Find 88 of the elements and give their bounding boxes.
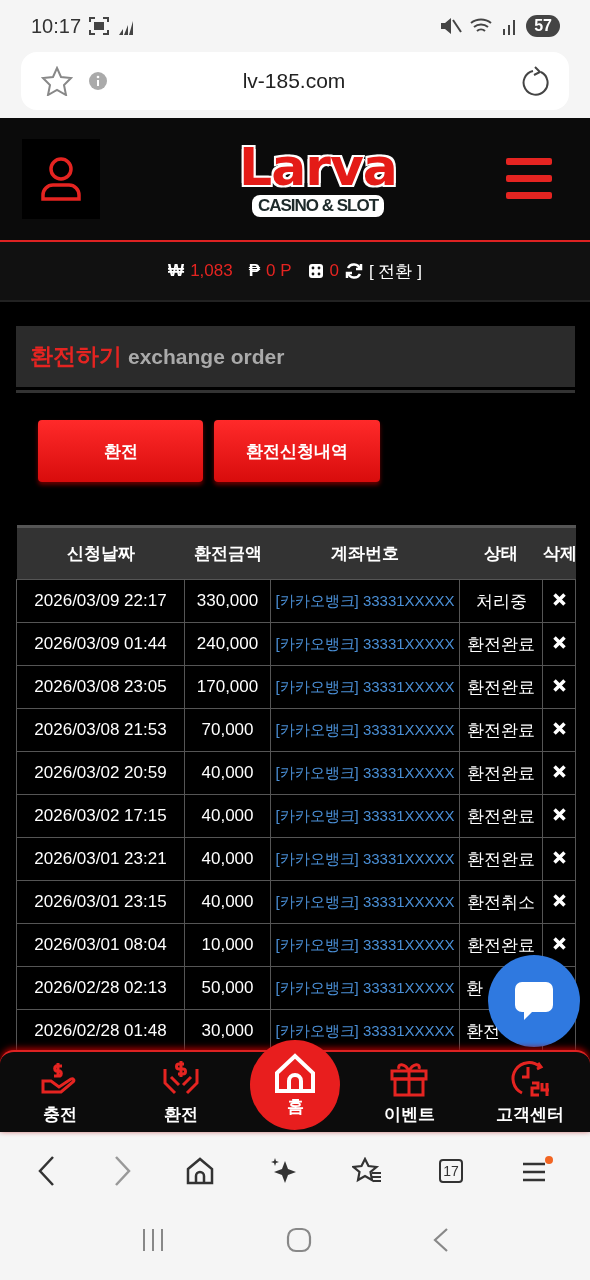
account-cell: [카카오뱅크] 33331XXXXX (270, 837, 460, 881)
table-cell: 330,000 (184, 579, 271, 623)
account-cell: [카카오뱅크] 33331XXXXX (270, 794, 460, 838)
table-cell: 70,000 (184, 708, 271, 752)
delete-icon[interactable] (552, 808, 566, 821)
table-cell: 2026/03/01 08:04 (16, 923, 185, 967)
table-cell: 170,000 (184, 665, 271, 709)
table-cell: 2026/03/09 22:17 (16, 579, 185, 623)
convert-link[interactable]: [ 전환 ] (369, 259, 422, 283)
table-cell: 240,000 (184, 622, 271, 666)
nav-item[interactable]: 이벤트 (349, 1052, 470, 1132)
address-bar[interactable]: lv-185.com (21, 52, 569, 110)
table-cell: 처리중 (459, 579, 543, 623)
table-cell: 40,000 (184, 837, 271, 881)
clock: 10:17 (31, 14, 82, 38)
table-cell: 2026/03/01 23:21 (16, 837, 185, 881)
table-cell: 50,000 (184, 966, 271, 1010)
table-cell: 2026/02/28 02:13 (16, 966, 185, 1010)
delete-icon[interactable] (552, 593, 566, 606)
table-cell: 환전완료 (459, 794, 543, 838)
table-cell: 환전완료 (459, 665, 543, 709)
table-cell: 환전완료 (459, 751, 543, 795)
account-cell: [카카오뱅크] 33331XXXXX (270, 751, 460, 795)
logo[interactable]: Larva CASINO & SLOT (209, 141, 397, 217)
column-header: 환전금액 (184, 526, 271, 580)
money-amount: 1,083 (190, 261, 233, 281)
mute-icon (440, 17, 463, 35)
account-cell: [카카오뱅크] 33331XXXXX (270, 880, 460, 924)
history-button[interactable]: 환전신청내역 (214, 420, 380, 482)
account-cell: [카카오뱅크] 33331XXXXX (270, 923, 460, 967)
delete-icon[interactable] (552, 851, 566, 864)
table-cell: 40,000 (184, 751, 271, 795)
delete-icon[interactable] (552, 937, 566, 950)
exchange-button[interactable]: 환전 (38, 420, 203, 482)
point-amount: 0 P (266, 261, 292, 281)
clock-24-icon (509, 1059, 550, 1097)
delete-icon[interactable] (552, 722, 566, 735)
battery-indicator: 57 (526, 15, 560, 37)
dice-icon (307, 263, 324, 279)
table-cell: 10,000 (184, 923, 271, 967)
home-button[interactable]: 홈 (250, 1040, 340, 1130)
star-icon[interactable] (41, 66, 73, 96)
chat-icon (512, 979, 556, 1023)
reload-icon[interactable] (521, 66, 549, 96)
delete-icon[interactable] (552, 894, 566, 907)
table-cell: 40,000 (184, 794, 271, 838)
nav-item[interactable]: 고객센터 (469, 1052, 590, 1132)
account-cell: [카카오뱅크] 33331XXXXX (270, 966, 460, 1010)
table-cell: 환전완료 (459, 837, 543, 881)
table-cell: 2026/03/02 20:59 (16, 751, 185, 795)
user-icon (40, 156, 82, 202)
point-symbol: ₱ (248, 261, 260, 281)
account-cell: [카카오뱅크] 33331XXXXX (270, 665, 460, 709)
account-cell: [카카오뱅크] 33331XXXXX (270, 579, 460, 623)
home-icon (273, 1052, 317, 1093)
page-subtitle: exchange order (128, 344, 285, 369)
delete-icon[interactable] (552, 765, 566, 778)
recent-apps-icon[interactable] (140, 1228, 165, 1252)
account-cell: [카카오뱅크] 33331XXXXX (270, 622, 460, 666)
nav-item[interactable]: 충전 (0, 1052, 121, 1132)
url-text: lv-185.com (241, 69, 347, 93)
account-button[interactable] (22, 139, 100, 219)
refresh-icon[interactable] (345, 262, 363, 280)
chip-amount: 0 (329, 261, 339, 281)
screenshot-icon (89, 17, 110, 35)
table-cell: 2026/03/08 21:53 (16, 708, 185, 752)
table-cell: 2026/03/08 23:05 (16, 665, 185, 709)
account-cell: [카카오뱅크] 33331XXXXX (270, 708, 460, 752)
column-header: 상태 (459, 526, 543, 580)
nav-item[interactable]: 환전 (120, 1052, 241, 1132)
column-header: 신청날짜 (16, 526, 185, 580)
table-cell: 환전완료 (459, 622, 543, 666)
table-cell: 2026/03/01 23:15 (16, 880, 185, 924)
column-header: 삭제 (542, 526, 576, 580)
bookmarks-icon[interactable] (351, 1157, 382, 1185)
home-icon[interactable] (186, 1157, 215, 1185)
table-cell: 2026/03/09 01:44 (16, 622, 185, 666)
table-cell: 2026/03/02 17:15 (16, 794, 185, 838)
table-cell: 40,000 (184, 880, 271, 924)
table-cell: 2026/02/28 01:48 (16, 1009, 185, 1050)
table-cell: 30,000 (184, 1009, 271, 1050)
table-cell: 환전취소 (459, 880, 543, 924)
delete-icon[interactable] (552, 679, 566, 692)
table-cell: 환전완료 (459, 708, 543, 752)
delete-icon[interactable] (552, 636, 566, 649)
page-title: 환전하기 (30, 342, 122, 371)
column-header: 계좌번호 (270, 526, 460, 580)
won-symbol: ₩ (168, 261, 185, 281)
